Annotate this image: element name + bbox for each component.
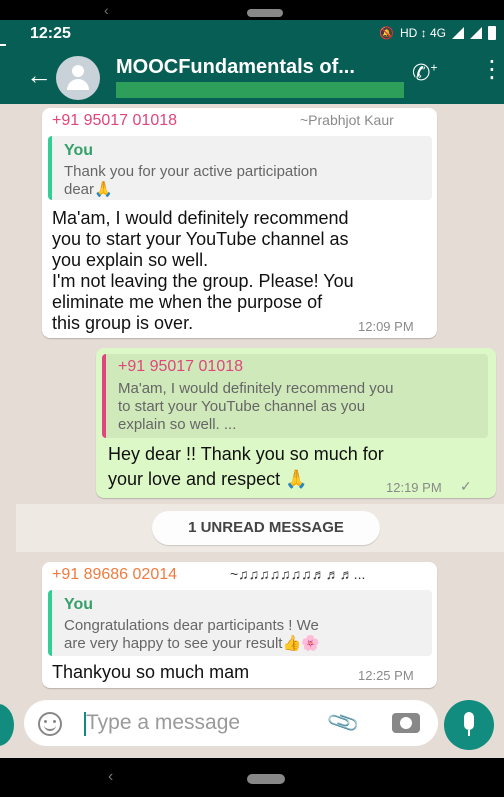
quoted-message[interactable]: You Congratulations dear participants ! …	[48, 590, 432, 656]
sent-tick-icon: ✓	[460, 478, 472, 494]
chat-title[interactable]: MOOCFundamentals of...	[116, 56, 355, 79]
quote-text-line: Ma'am, I would definitely recommend you	[118, 380, 394, 397]
quote-text-line: explain so well. ...	[118, 416, 237, 433]
top-system-nav: ‹	[0, 0, 504, 20]
status-bar: 12:25 🔕 HD ↕ 4G	[0, 20, 504, 52]
sender-phone[interactable]: +91 95017 01018	[52, 112, 177, 130]
message-text-line: eliminate me when the purpose of	[52, 292, 323, 312]
system-back-icon[interactable]: ‹	[108, 768, 113, 786]
add-call-icon[interactable]: ✆+	[412, 60, 437, 86]
signal-icon	[452, 27, 464, 39]
scroll-button[interactable]	[0, 704, 14, 746]
chat-subtitle-redacted	[116, 82, 404, 98]
quote-text-line: Congratulations dear participants ! We	[64, 617, 319, 634]
network-label: HD ↕ 4G	[399, 26, 446, 40]
unread-badge: 1 UNREAD MESSAGE	[152, 511, 380, 545]
battery-icon	[488, 26, 496, 40]
message-time: 12:19 PM	[386, 480, 442, 495]
bottom-system-nav: ‹	[0, 758, 504, 797]
group-avatar-icon[interactable]	[56, 56, 100, 100]
mic-icon-stand	[468, 730, 470, 736]
message-time: 12:25 PM	[358, 668, 414, 683]
message-text: Thankyou so much mam	[52, 662, 250, 682]
quote-text-line: to start your YouTube channel as you	[118, 398, 366, 415]
message-text-line: your love and respect 🙏	[108, 469, 308, 489]
quote-sender: You	[64, 142, 94, 159]
status-time: 12:25	[30, 25, 71, 42]
message-incoming-1[interactable]: +91 95017 01018 ~Prabhjot Kaur You Thank…	[42, 108, 437, 338]
message-input[interactable]: Type a message	[86, 711, 240, 735]
sender-phone[interactable]: +91 89686 02014	[52, 566, 177, 584]
emoji-icon[interactable]	[38, 712, 62, 736]
sender-alias: ~Prabhjot Kaur	[300, 112, 394, 128]
attach-icon[interactable]: 📎	[325, 705, 362, 741]
quote-text-line: dear🙏	[64, 181, 113, 198]
camera-icon[interactable]	[392, 713, 420, 733]
mic-button[interactable]	[444, 700, 494, 750]
signal-icon-2	[470, 27, 482, 39]
system-home-pill[interactable]	[247, 774, 285, 784]
quote-sender: +91 95017 01018	[118, 358, 244, 375]
message-time: 12:09 PM	[358, 319, 414, 334]
message-incoming-2[interactable]: +91 89686 02014 ~♫♫♫♫♫♫♫♬♬♬... You Congr…	[42, 562, 437, 688]
message-input-bar: Type a message 📎	[24, 700, 438, 746]
quote-sender: You	[64, 596, 94, 613]
system-back-icon[interactable]: ‹	[104, 2, 109, 18]
mic-icon	[464, 712, 474, 730]
system-home-pill[interactable]	[247, 9, 283, 17]
message-text-line: you explain so well.	[52, 250, 209, 270]
message-text-line: this group is over.	[52, 313, 194, 333]
mute-icon: 🔕	[379, 26, 394, 40]
more-menu-icon[interactable]: ⋮	[480, 58, 504, 82]
message-text-line: Hey dear !! Thank you so much for	[108, 444, 384, 464]
status-indicators: 🔕 HD ↕ 4G	[379, 26, 496, 40]
quote-text-line: Thank you for your active participation	[64, 163, 318, 180]
quoted-message[interactable]: You Thank you for your active participat…	[48, 136, 432, 200]
message-outgoing-1[interactable]: +91 95017 01018 Ma'am, I would definitel…	[96, 348, 496, 498]
back-arrow-icon[interactable]: ←	[26, 60, 52, 91]
message-text-line: I'm not leaving the group. Please! You	[52, 271, 354, 291]
quoted-message[interactable]: +91 95017 01018 Ma'am, I would definitel…	[102, 354, 488, 438]
quote-text-line: are very happy to see your result👍🌸	[64, 635, 320, 652]
chat-header: ← MOOCFundamentals of... ✆+ ⋮	[0, 46, 504, 104]
sender-alias: ~♫♫♫♫♫♫♫♬♬♬...	[230, 566, 366, 582]
message-text-line: Ma'am, I would definitely recommend	[52, 208, 349, 228]
message-text-line: you to start your YouTube channel as	[52, 229, 349, 249]
